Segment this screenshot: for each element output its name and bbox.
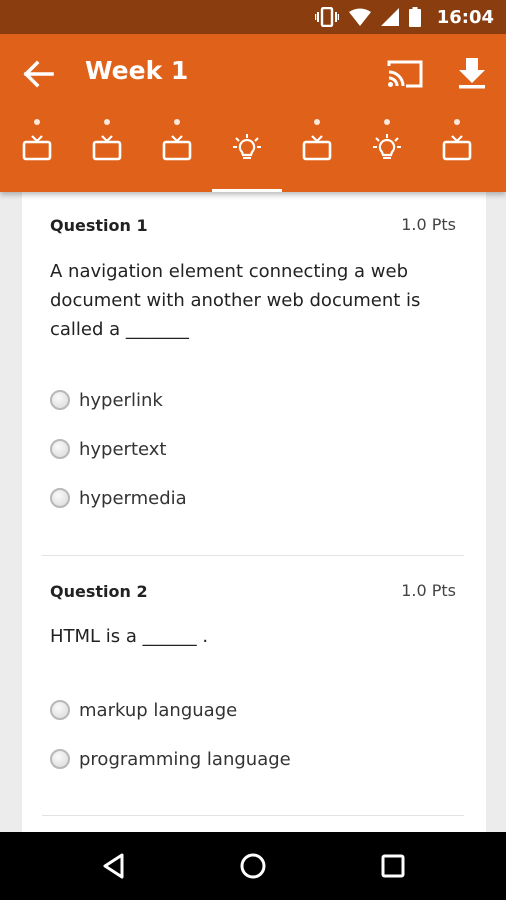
wifi-icon	[348, 8, 371, 26]
option-label: hyperlink	[79, 389, 163, 411]
battery-icon	[408, 7, 421, 27]
tv-icon	[442, 135, 472, 161]
cast-button[interactable]	[386, 58, 424, 90]
home-circle-icon	[240, 853, 266, 879]
option-label: hypertext	[79, 438, 167, 460]
question-points: 1.0 Pts	[401, 215, 456, 234]
nav-back-button[interactable]	[97, 849, 131, 883]
nav-recents-button[interactable]	[376, 849, 410, 883]
option-label: markup language	[79, 699, 238, 721]
lightbulb-icon	[233, 134, 261, 159]
question-text: HTML is a ______ .	[50, 626, 209, 647]
question-label: Question 2	[50, 582, 148, 601]
tab-video-4[interactable]	[282, 114, 352, 192]
system-nav-bar	[0, 832, 506, 900]
option-hypermedia[interactable]: hypermedia	[50, 483, 187, 513]
divider	[42, 815, 464, 816]
radio-button[interactable]	[50, 700, 70, 720]
tab-quiz-1[interactable]	[212, 114, 282, 192]
recents-square-icon	[381, 854, 405, 878]
tab-video-2[interactable]	[72, 114, 142, 192]
question-text: A navigation element connecting a web do…	[50, 261, 421, 340]
question-label: Question 1	[50, 216, 148, 235]
tv-icon	[162, 135, 192, 161]
nav-home-button[interactable]	[236, 849, 270, 883]
tv-icon	[92, 135, 122, 161]
radio-button[interactable]	[50, 390, 70, 410]
question-points: 1.0 Pts	[401, 581, 456, 600]
tab-video-5[interactable]	[422, 114, 492, 192]
option-hyperlink[interactable]: hyperlink	[50, 385, 163, 415]
lesson-tabs	[0, 114, 506, 192]
option-markup-language[interactable]: markup language	[50, 695, 237, 725]
signal-icon	[380, 8, 399, 26]
quiz-card: Question 1 1.0 Pts A navigation element …	[22, 192, 486, 832]
tv-icon	[302, 135, 332, 161]
option-label: programming language	[79, 748, 291, 770]
divider	[42, 555, 464, 556]
radio-button[interactable]	[50, 439, 70, 459]
radio-button[interactable]	[50, 749, 70, 769]
option-hypertext[interactable]: hypertext	[50, 434, 167, 464]
radio-button[interactable]	[50, 488, 70, 508]
status-time: 16:04	[436, 6, 494, 28]
vibrate-icon	[314, 7, 339, 27]
page-title: Week 1	[85, 56, 189, 85]
app-bar: Week 1	[0, 34, 506, 192]
tab-quiz-2[interactable]	[352, 114, 422, 192]
option-programming-language[interactable]: programming language	[50, 744, 291, 774]
back-arrow-icon	[23, 60, 54, 88]
status-bar: 16:04	[0, 0, 506, 34]
tab-video-1[interactable]	[2, 114, 72, 192]
download-icon	[459, 58, 485, 89]
tab-video-3[interactable]	[142, 114, 212, 192]
download-button[interactable]	[456, 56, 488, 90]
tv-icon	[22, 135, 52, 161]
back-triangle-icon	[103, 853, 124, 879]
lightbulb-icon	[373, 134, 401, 159]
back-button[interactable]	[22, 58, 58, 90]
cast-icon	[387, 60, 423, 88]
option-label: hypermedia	[79, 487, 187, 509]
